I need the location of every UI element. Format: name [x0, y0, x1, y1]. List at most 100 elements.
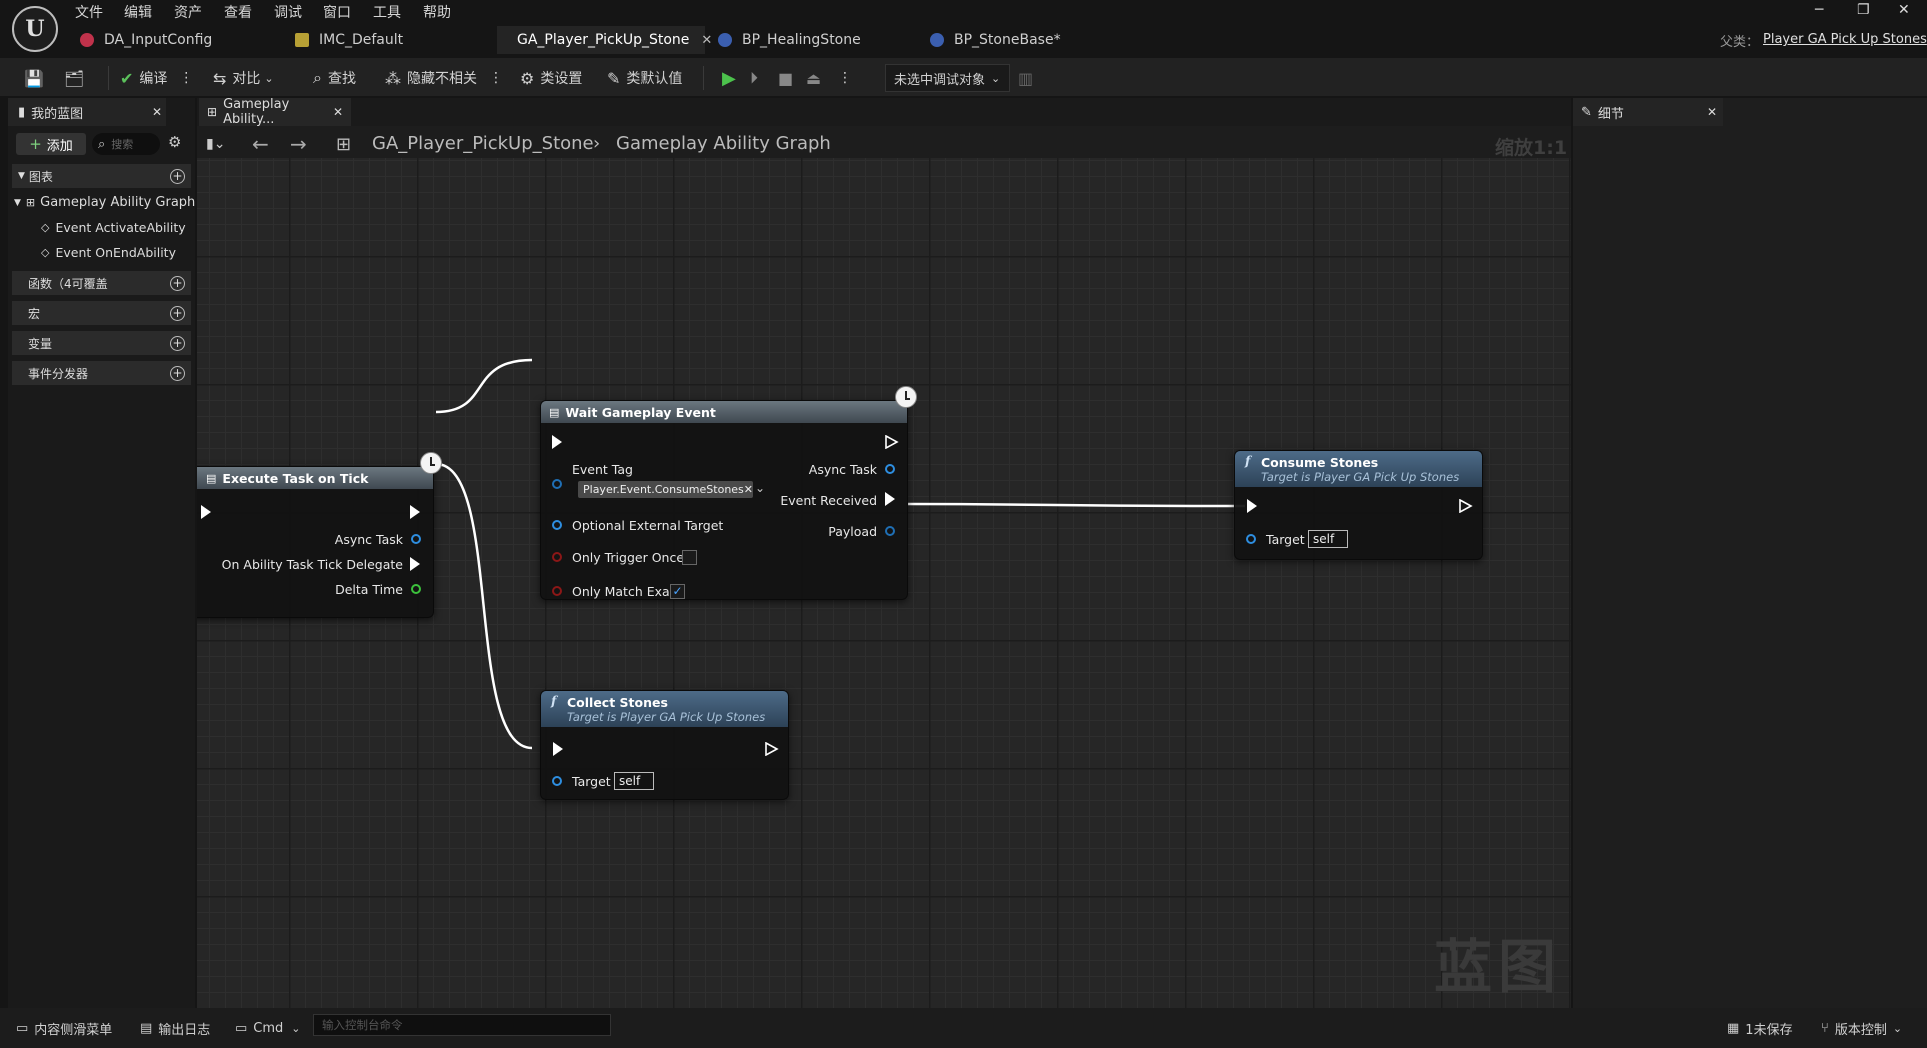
tab-imc-default[interactable]: IMC_Default — [285, 26, 413, 54]
add-macro-icon[interactable]: + — [170, 305, 185, 321]
add-dispatcher-icon[interactable]: + — [170, 365, 185, 381]
chevron-down-icon[interactable]: ⌄ — [755, 481, 765, 495]
unsaved-button[interactable]: ▦ 1未保存 — [1727, 1016, 1793, 1040]
add-button[interactable]: + 添加 — [16, 133, 86, 155]
section-graphs[interactable]: ▼ 图表 + — [12, 164, 191, 190]
target-pin[interactable] — [552, 776, 562, 786]
exec-input-pin[interactable] — [552, 435, 562, 449]
async-task-pin[interactable] — [411, 534, 421, 544]
target-value-box[interactable]: self — [1308, 530, 1348, 548]
parent-class-link[interactable]: Player GA Pick Up Stones — [1763, 32, 1927, 47]
bookmark-icon[interactable]: ▮⌄ — [206, 136, 225, 152]
content-drawer-button[interactable]: ▭ 内容侧滑菜单 — [16, 1016, 112, 1040]
menu-window[interactable]: 窗口 — [323, 2, 351, 22]
breadcrumb-graph[interactable]: Gameplay Ability Graph — [616, 133, 831, 154]
tab-da-inputconfig[interactable]: DA_InputConfig — [70, 26, 222, 54]
tab-my-blueprint[interactable]: ▮ 我的蓝图 ✕ — [8, 98, 166, 126]
debug-target-dropdown[interactable]: 未选中调试对象 ⌄ — [885, 64, 1010, 92]
exec-output-pin[interactable] — [1459, 499, 1473, 513]
only-trigger-once-checkbox[interactable] — [682, 550, 697, 565]
event-received-exec-pin[interactable] — [885, 492, 895, 506]
tick-delegate-exec-pin[interactable] — [410, 557, 420, 571]
section-variables[interactable]: 变量 + — [12, 331, 191, 357]
hide-unrelated-button[interactable]: ⁂ 隐藏不相关 ⋮ — [385, 66, 503, 90]
node-execute-task-on-tick[interactable]: ▤ Execute Task on Tick Async Task On Abi… — [197, 466, 434, 618]
delta-time-pin[interactable] — [411, 584, 421, 594]
exec-output-pin[interactable] — [885, 435, 899, 449]
async-task-pin[interactable] — [885, 464, 895, 474]
event-tag-pin[interactable] — [552, 479, 562, 489]
add-graph-icon[interactable]: + — [170, 168, 185, 184]
class-defaults-button[interactable]: ✎ 类默认值 — [607, 66, 682, 90]
node-consume-stones[interactable]: f Consume Stones Target is Player GA Pic… — [1234, 450, 1483, 560]
tab-bp-healingstone[interactable]: BP_HealingStone — [708, 26, 871, 54]
debug-filter-icon[interactable]: ▥ — [1018, 66, 1039, 90]
menu-asset[interactable]: 资产 — [174, 2, 202, 22]
menu-help[interactable]: 帮助 — [423, 2, 451, 22]
exec-input-pin[interactable] — [201, 505, 211, 519]
menu-tools[interactable]: 工具 — [373, 2, 401, 22]
compile-button[interactable]: ✔ 编译 ⋮ — [120, 66, 193, 90]
class-settings-button[interactable]: ⚙ 类设置 — [520, 66, 582, 90]
tree-item-event-onendability[interactable]: ◇ Event OnEndAbility — [41, 245, 176, 260]
output-log-button[interactable]: ▤ 输出日志 — [140, 1016, 210, 1040]
more-options-icon[interactable]: ⋮ — [179, 70, 193, 86]
tab-bp-stonebase[interactable]: BP_StoneBase* — [920, 26, 1071, 54]
source-control-button[interactable]: ⑂ 版本控制 ⌄ — [1821, 1016, 1902, 1040]
breadcrumb-asset[interactable]: GA_Player_PickUp_Stone — [372, 133, 594, 154]
diff-button[interactable]: ⇆ 对比 ⌄ — [213, 66, 274, 90]
add-function-icon[interactable]: + — [170, 275, 185, 291]
optional-target-pin[interactable] — [552, 520, 562, 530]
settings-gear-icon[interactable]: ⚙ — [168, 133, 181, 151]
target-pin[interactable] — [1246, 534, 1256, 544]
only-match-exact-pin[interactable] — [552, 586, 562, 596]
play-button[interactable]: ▶ — [722, 66, 742, 90]
tab-ga-player-pickup-stone[interactable]: GA_Player_PickUp_Stone ✕ — [497, 26, 712, 54]
minimize-icon[interactable]: ─ — [1815, 2, 1823, 18]
tree-item-gameplay-ability-graph[interactable]: ▼ ⊞ Gameplay Ability Graph — [14, 195, 195, 210]
close-window-icon[interactable]: ✕ — [1898, 2, 1910, 18]
find-button[interactable]: ⌕ 查找 — [313, 66, 356, 90]
node-wait-gameplay-event[interactable]: ▤ Wait Gameplay Event Event Tag Player.E… — [540, 400, 908, 600]
close-icon[interactable]: ✕ — [152, 105, 162, 119]
eject-button[interactable]: ⏏ — [806, 66, 827, 90]
stop-button[interactable]: ■ — [778, 66, 799, 90]
cmd-dropdown[interactable]: ▭ Cmd ⌄ — [235, 1016, 301, 1040]
save-icon[interactable]: 💾 — [24, 66, 50, 90]
exec-input-pin[interactable] — [1247, 499, 1257, 513]
unreal-logo-icon[interactable]: U — [12, 6, 58, 52]
tab-details[interactable]: ✎ 细节 ✕ — [1573, 98, 1723, 126]
only-trigger-once-pin[interactable] — [552, 552, 562, 562]
section-functions[interactable]: 函数（4可覆盖 + — [12, 271, 191, 297]
only-match-exact-checkbox[interactable]: ✓ — [670, 584, 685, 599]
section-event-dispatchers[interactable]: 事件分发器 + — [12, 361, 191, 387]
menu-debug[interactable]: 调试 — [274, 2, 302, 22]
exec-output-pin[interactable] — [765, 742, 779, 756]
target-value-box[interactable]: self — [614, 772, 654, 790]
step-button[interactable]: ⏵ — [750, 66, 764, 90]
menu-view[interactable]: 查看 — [224, 2, 252, 22]
exec-output-pin[interactable] — [410, 505, 420, 519]
more-options-icon[interactable]: ⋮ — [838, 66, 852, 90]
restore-icon[interactable]: ❐ — [1857, 2, 1870, 18]
tree-item-event-activateability[interactable]: ◇ Event ActivateAbility — [41, 220, 186, 235]
forward-arrow-icon[interactable]: → — [290, 132, 307, 156]
console-command-input[interactable]: 输入控制台命令 — [313, 1014, 611, 1036]
exec-input-pin[interactable] — [553, 742, 563, 756]
close-icon[interactable]: ✕ — [333, 105, 343, 119]
section-macros[interactable]: 宏 + — [12, 301, 191, 327]
event-tag-value-chip[interactable]: Player.Event.ConsumeStones ✕ — [578, 481, 753, 498]
back-arrow-icon[interactable]: ← — [252, 132, 269, 156]
payload-pin[interactable] — [885, 526, 895, 536]
add-variable-icon[interactable]: + — [170, 335, 185, 351]
remove-tag-icon[interactable]: ✕ — [744, 483, 753, 496]
menu-edit[interactable]: 编辑 — [124, 2, 152, 22]
menu-file[interactable]: 文件 — [75, 2, 103, 22]
node-collect-stones[interactable]: f Collect Stones Target is Player GA Pic… — [540, 690, 789, 800]
browse-icon[interactable]: 🗂 — [64, 66, 90, 90]
search-input[interactable]: ⌕ 搜索 — [92, 133, 160, 155]
tab-gameplay-ability-graph[interactable]: ⊞ Gameplay Ability... ✕ — [199, 97, 351, 127]
more-options-icon[interactable]: ⋮ — [489, 70, 503, 86]
graph-canvas[interactable]: 蓝图 ▤ Execute Task on Tick Async Task On … — [197, 158, 1571, 1008]
close-icon[interactable]: ✕ — [1707, 105, 1717, 119]
